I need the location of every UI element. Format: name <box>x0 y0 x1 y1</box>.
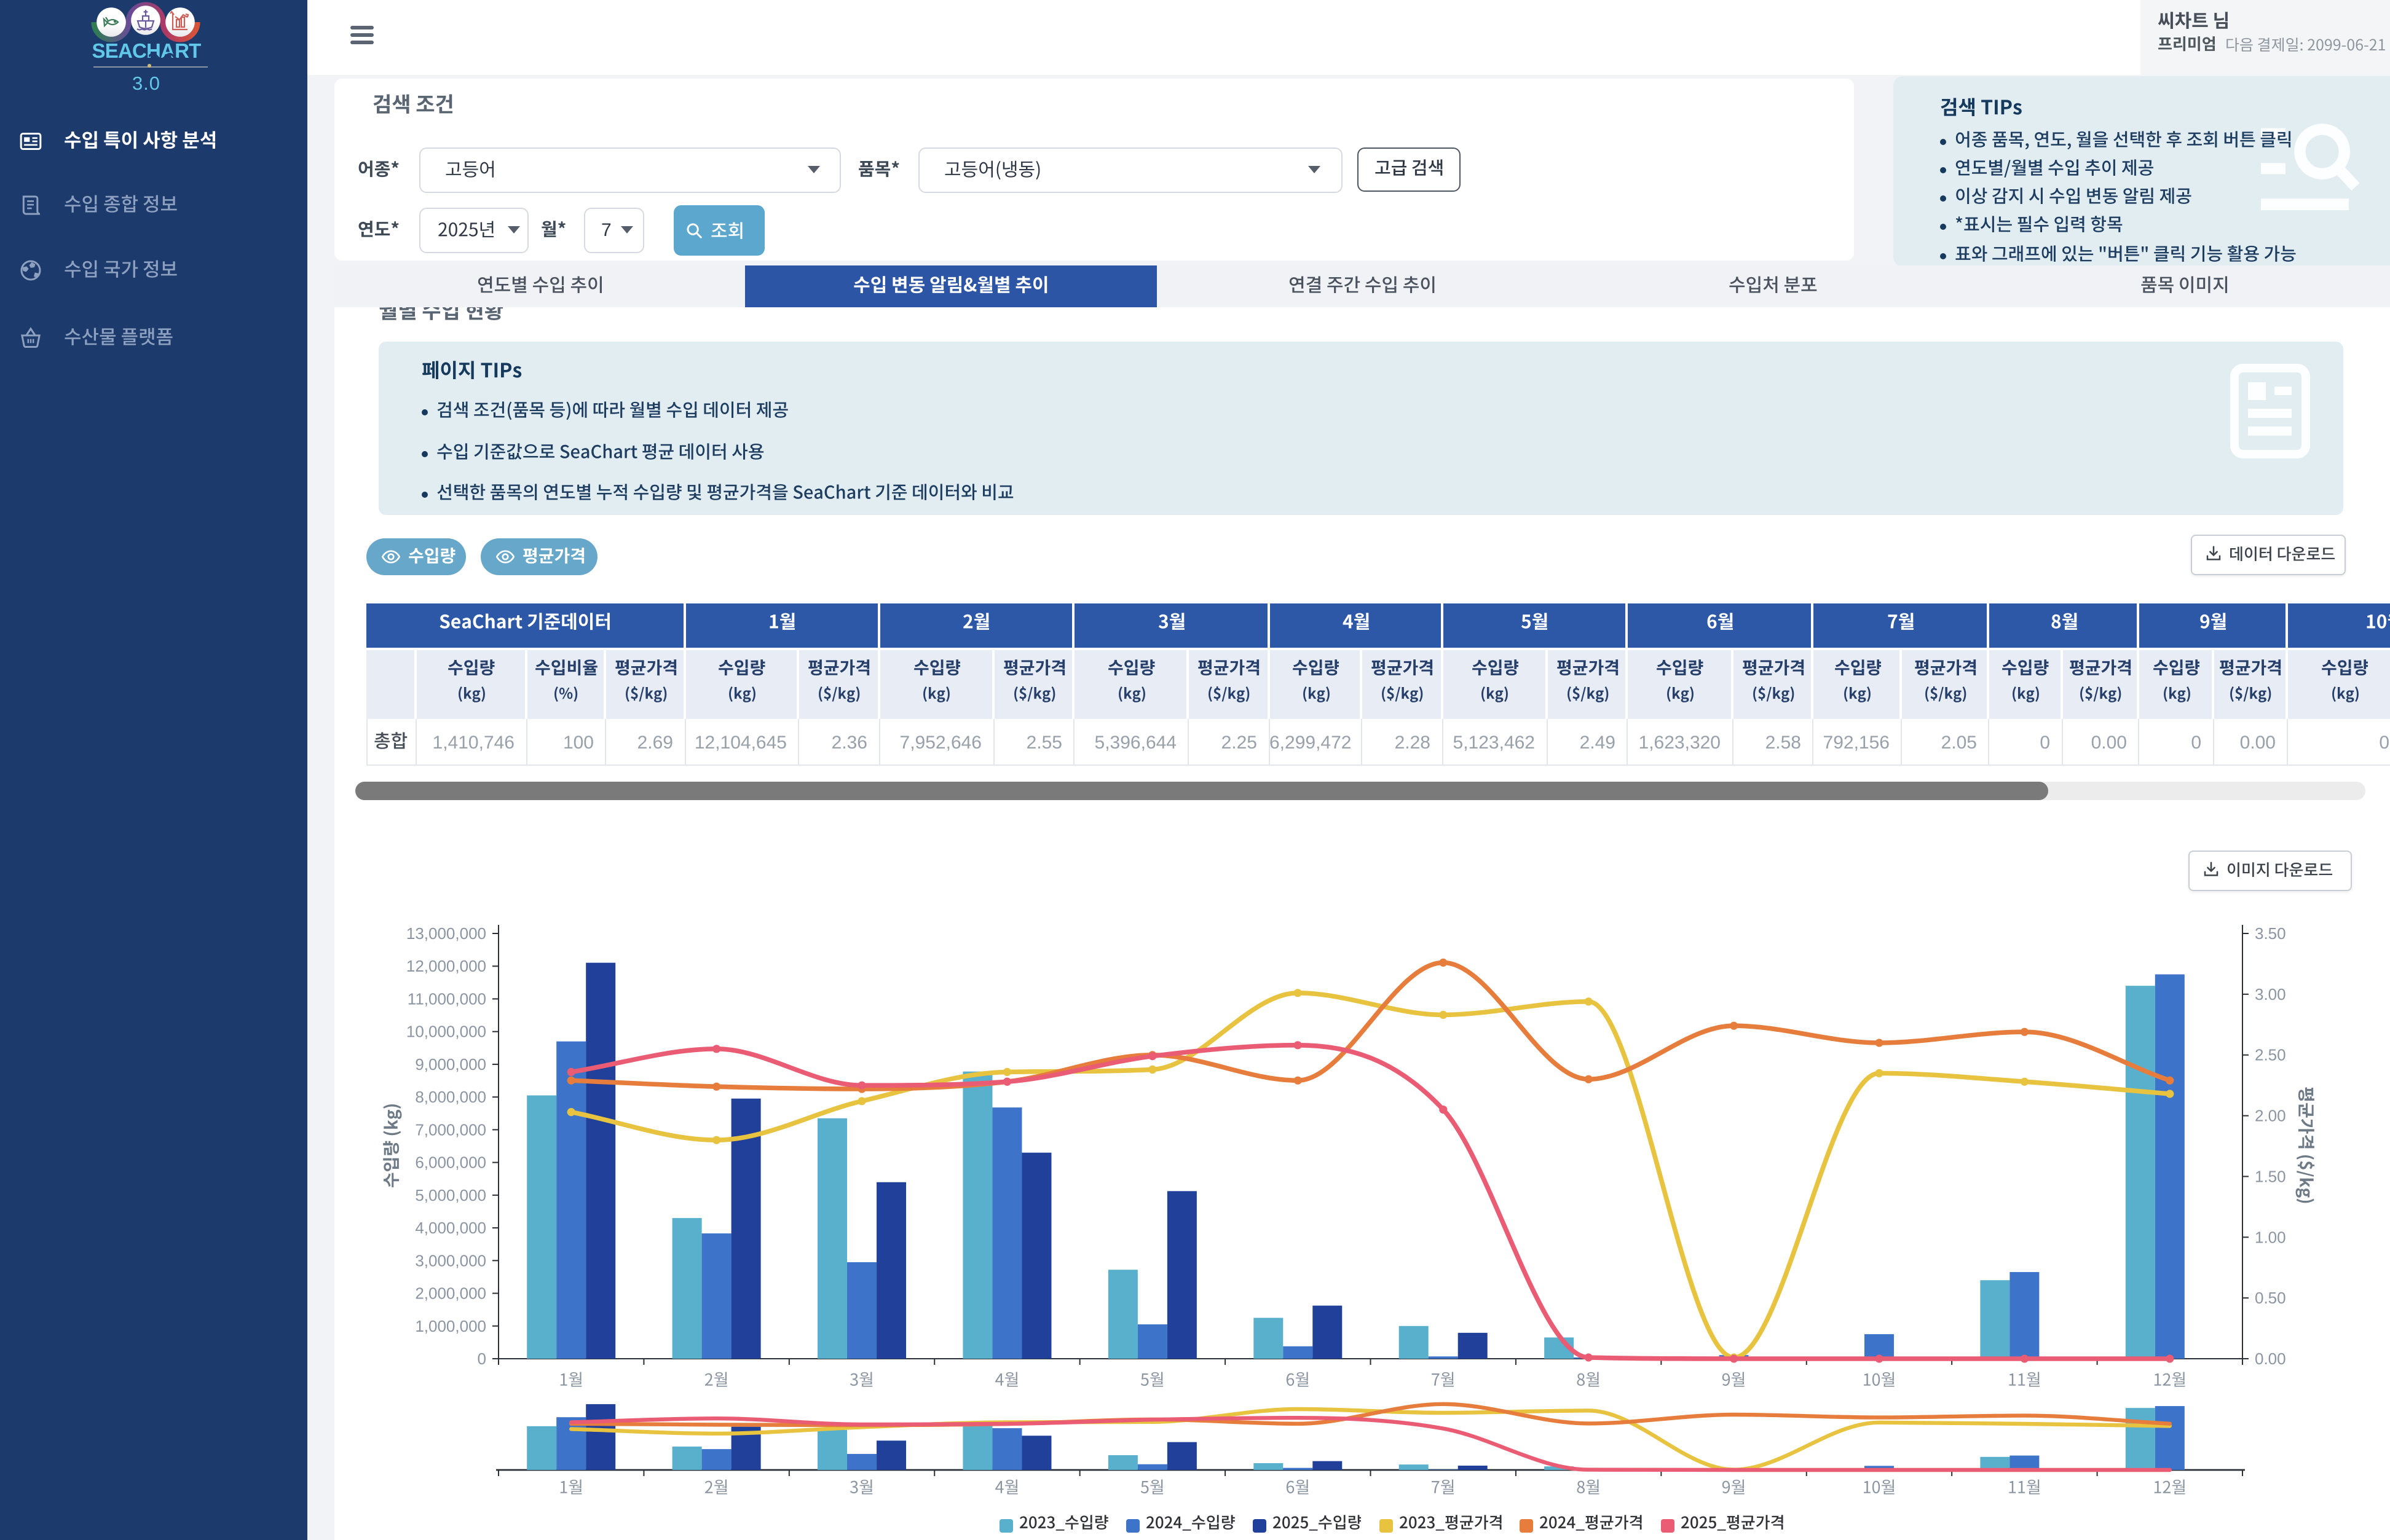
svg-text:0: 0 <box>478 1349 486 1368</box>
svg-text:12,000,000: 12,000,000 <box>406 957 486 975</box>
svg-text:6,000,000: 6,000,000 <box>415 1153 486 1172</box>
svg-text:3.50: 3.50 <box>2255 924 2286 943</box>
svg-text:4,000,000: 4,000,000 <box>415 1219 486 1237</box>
svg-text:1.50: 1.50 <box>2255 1167 2286 1185</box>
svg-text:9,000,000: 9,000,000 <box>415 1055 486 1074</box>
svg-text:0.00: 0.00 <box>2255 1349 2286 1368</box>
svg-text:2.00: 2.00 <box>2255 1107 2286 1125</box>
svg-text:3.00: 3.00 <box>2255 985 2286 1004</box>
svg-text:3,000,000: 3,000,000 <box>415 1251 486 1270</box>
svg-text:0.50: 0.50 <box>2255 1289 2286 1307</box>
svg-text:11,000,000: 11,000,000 <box>408 989 486 1008</box>
svg-text:5,000,000: 5,000,000 <box>415 1186 486 1204</box>
svg-text:1.00: 1.00 <box>2255 1228 2286 1246</box>
svg-text:8,000,000: 8,000,000 <box>415 1088 486 1106</box>
svg-text:13,000,000: 13,000,000 <box>406 924 486 943</box>
svg-text:2,000,000: 2,000,000 <box>415 1284 486 1303</box>
svg-text:1,000,000: 1,000,000 <box>415 1317 486 1335</box>
svg-text:2.50: 2.50 <box>2255 1046 2286 1064</box>
svg-text:7,000,000: 7,000,000 <box>415 1120 486 1139</box>
svg-text:10,000,000: 10,000,000 <box>406 1023 486 1041</box>
